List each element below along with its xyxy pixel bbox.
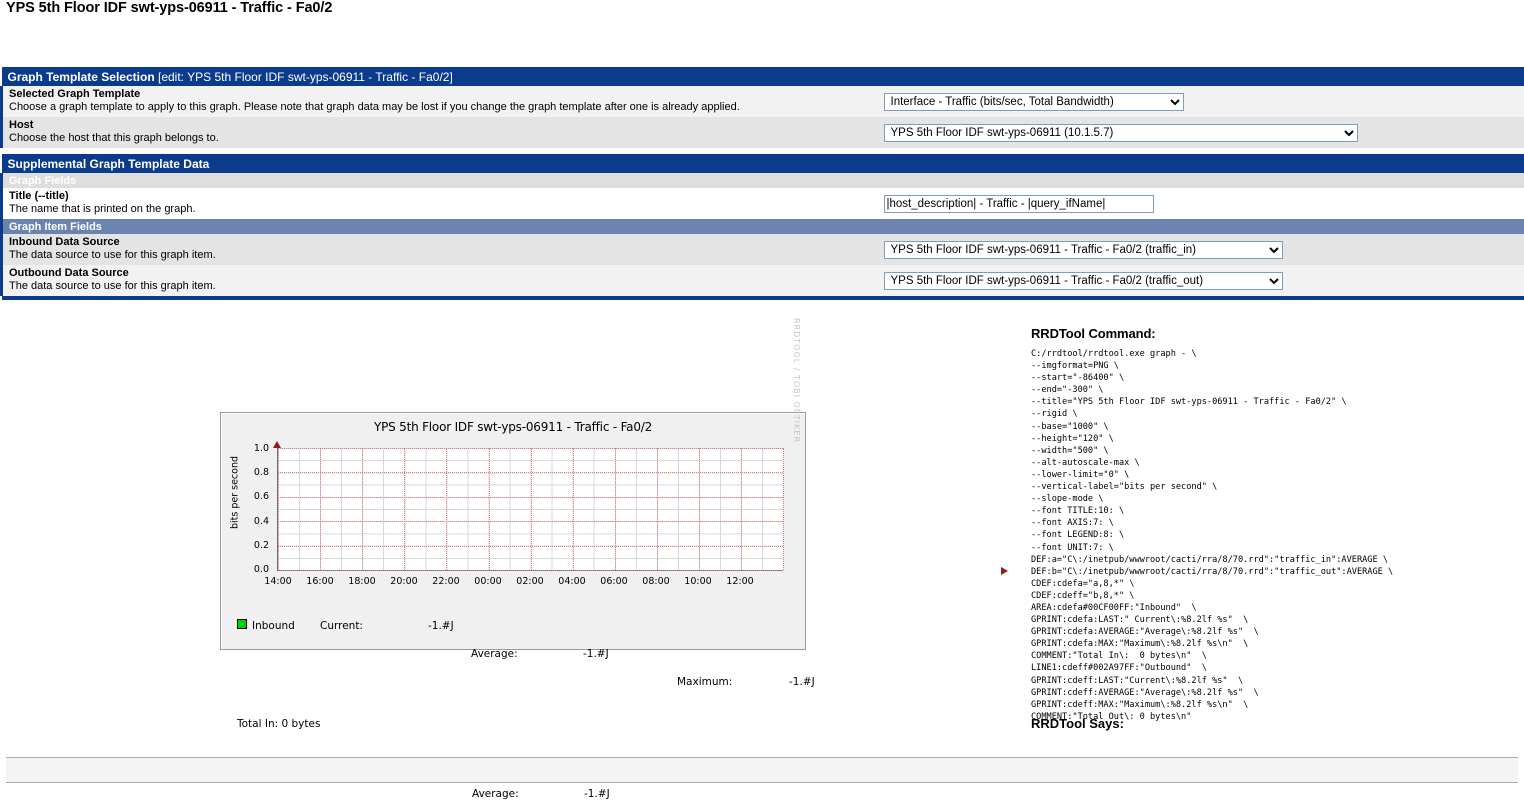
outbound-data-source-select[interactable]: YPS 5th Floor IDF swt-yps-06911 - Traffi… [883, 271, 1283, 290]
field-name: Inbound Data Source [9, 236, 120, 248]
graph-edit-form: Graph Template Selection [edit: YPS 5th … [0, 67, 1524, 300]
rrdtool-command-panel: RRDTool Command: C:/rrdtool/rrdtool.exe … [1031, 326, 1521, 723]
y-tick-label: 0.6 [253, 491, 269, 502]
title-control-cell [871, 188, 1524, 219]
legend-inbound-max: Maximum: -1.#J [677, 675, 830, 689]
legend-outbound-stats: Average: -1.#J [472, 787, 830, 801]
inbound-ds-control-cell: YPS 5th Floor IDF swt-yps-06911 - Traffi… [871, 234, 1524, 265]
y-axis-arrow-icon [273, 441, 281, 448]
y-tick-label: 0.2 [253, 540, 269, 551]
field-name: Selected Graph Template [9, 88, 141, 100]
host-label-cell: Host Choose the host that this graph bel… [0, 117, 872, 148]
field-description: Choose a graph template to apply to this… [9, 101, 740, 113]
field-description: The data source to use for this graph it… [9, 249, 216, 261]
table-row: Selected Graph Template Choose a graph t… [0, 86, 1524, 117]
y-tick-label: 0.4 [253, 516, 269, 527]
table-row: Title (--title) The name that is printed… [0, 188, 1524, 219]
supplemental-header: Supplemental Graph Template Data [1, 154, 1524, 173]
rrdtool-command-heading: RRDTool Command: [1031, 326, 1156, 341]
inbound-ds-label-cell: Inbound Data Source The data source to u… [0, 234, 872, 265]
rrdtool-says-heading: RRDTool Says: [1031, 716, 1124, 731]
legend-series-name: Inbound [252, 620, 295, 632]
table-row: Host Choose the host that this graph bel… [0, 117, 1524, 148]
x-tick-label: 12:00 [726, 576, 754, 587]
graph-item-fields-subheader: Graph Item Fields [0, 219, 872, 234]
table-row: Inbound Data Source The data source to u… [0, 234, 1524, 265]
field-description: The name that is printed on the graph. [9, 203, 196, 215]
supplemental-header-row: Supplemental Graph Template Data [1, 154, 1524, 173]
inbound-data-source-select[interactable]: YPS 5th Floor IDF swt-yps-06911 - Traffi… [883, 240, 1283, 259]
y-tick-label: 1.0 [253, 443, 269, 454]
y-tick-label: 0.0 [253, 564, 269, 575]
field-name: Title (--title) [9, 190, 69, 202]
graph-fields-subheader-row: Graph Fields [0, 173, 1524, 188]
section-title: Supplemental Graph Template Data [7, 156, 210, 171]
outbound-ds-control-cell: YPS 5th Floor IDF swt-yps-06911 - Traffi… [871, 265, 1524, 296]
rrdtool-command-text: C:/rrdtool/rrdtool.exe graph - \ --imgfo… [1031, 349, 1394, 722]
legend-current-label: Current: [320, 620, 363, 632]
graph-template-select[interactable]: Interface - Traffic (bits/sec, Total Ban… [883, 92, 1184, 111]
legend-average-value: -1.#J [584, 788, 610, 800]
graph-fields-subheader-filler [871, 173, 1524, 188]
graph-title-text: YPS 5th Floor IDF swt-yps-06911 - Traffi… [373, 420, 653, 434]
graph-item-fields-subheader-row: Graph Item Fields [0, 219, 1524, 234]
total-in-value: 0 bytes [281, 718, 321, 730]
graph-plot-area [277, 448, 784, 571]
rrd-graph-preview: YPS 5th Floor IDF swt-yps-06911 - Traffi… [220, 318, 1008, 800]
y-tick-label: 0.8 [253, 467, 269, 478]
legend-total-in: Total In: 0 bytes [237, 717, 830, 731]
bottom-action-bar [6, 757, 1518, 783]
rrdtool-watermark: RRDTOOL / TOBI OETIKER [792, 317, 801, 443]
graph-title-input[interactable] [883, 194, 1154, 213]
page-root: YPS 5th Floor IDF swt-yps-06911 - Traffi… [0, 0, 1524, 805]
legend-average-label: Average: [472, 788, 519, 800]
form-bottom-edge-row [1, 296, 1524, 300]
inbound-color-swatch-icon [237, 619, 247, 629]
x-axis-arrow-icon [1001, 567, 1008, 575]
legend-current-value: -1.#J [428, 620, 454, 632]
graph-item-fields-subheader-filler [871, 219, 1524, 234]
legend-maximum-label: Maximum: [677, 676, 733, 688]
field-description: The data source to use for this graph it… [9, 280, 216, 292]
host-control-cell: YPS 5th Floor IDF swt-yps-06911 (10.1.5.… [871, 117, 1524, 148]
legend-average-value: -1.#J [583, 648, 609, 660]
graph-template-selection-header-row: Graph Template Selection [edit: YPS 5th … [1, 67, 1524, 86]
section-context: [edit: YPS 5th Floor IDF swt-yps-06911 -… [158, 69, 453, 84]
selected-graph-template-control-cell: Interface - Traffic (bits/sec, Total Ban… [871, 86, 1524, 117]
graph-fields-subheader: Graph Fields [0, 173, 872, 188]
legend-maximum-value: -1.#J [789, 676, 815, 688]
field-name: Outbound Data Source [9, 267, 129, 279]
title-label-cell: Title (--title) The name that is printed… [0, 188, 872, 219]
total-in-label: Total In: [237, 718, 279, 730]
selected-graph-template-label-cell: Selected Graph Template Choose a graph t… [0, 86, 872, 117]
form-bottom-edge [1, 296, 1524, 300]
table-row: Outbound Data Source The data source to … [0, 265, 1524, 296]
legend-inbound-stats: Average: -1.#J [457, 647, 830, 661]
field-name: Host [9, 119, 34, 131]
host-select[interactable]: YPS 5th Floor IDF swt-yps-06911 (10.1.5.… [883, 123, 1358, 142]
field-description: Choose the host that this graph belongs … [9, 132, 219, 144]
legend-row-inbound: Inbound Current: -1.#J [237, 619, 830, 633]
outbound-ds-label-cell: Outbound Data Source The data source to … [0, 265, 872, 296]
legend-average-label: Average: [471, 648, 518, 660]
page-title: YPS 5th Floor IDF swt-yps-06911 - Traffi… [6, 0, 333, 16]
graph-template-selection-header: Graph Template Selection [edit: YPS 5th … [1, 67, 1524, 86]
section-title: Graph Template Selection [7, 69, 155, 84]
